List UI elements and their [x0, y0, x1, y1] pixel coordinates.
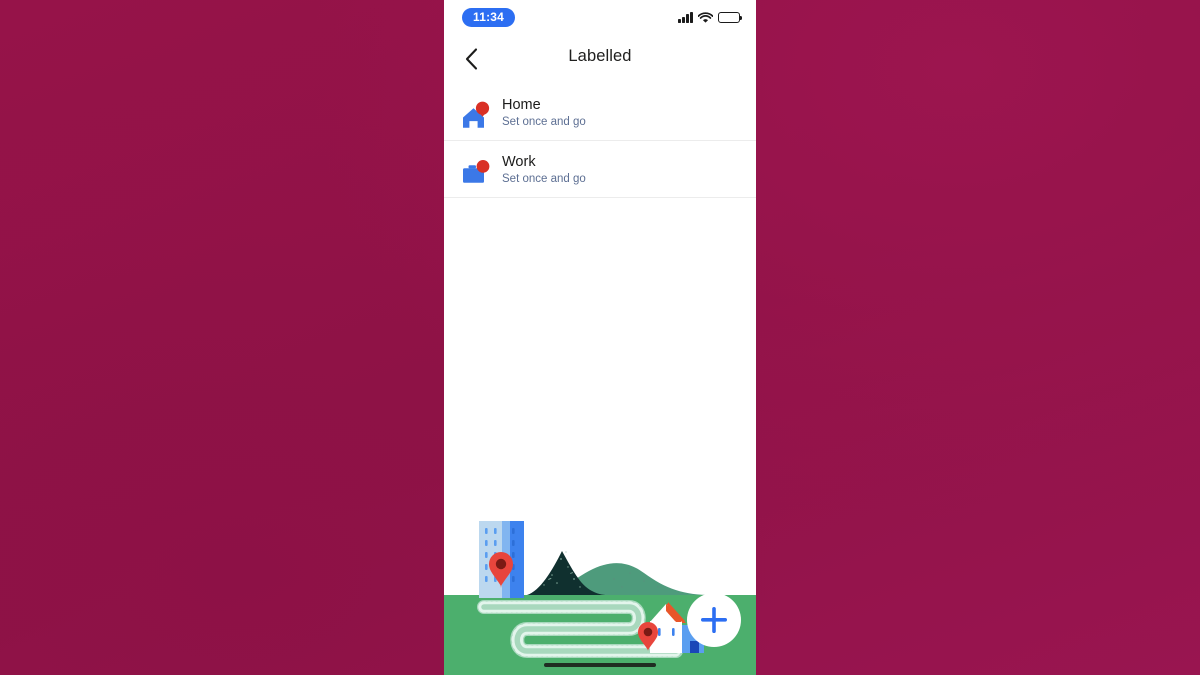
list-item-home[interactable]: Home Set once and go	[444, 84, 756, 141]
list-item-title: Home	[502, 96, 541, 113]
wifi-icon	[698, 11, 713, 23]
list-item-subtitle: Set once and go	[502, 172, 586, 185]
add-place-fab	[687, 593, 741, 647]
work-pin-icon	[458, 153, 498, 187]
list-item-text: Home Set once and go	[498, 96, 586, 130]
page-title: Labelled	[568, 47, 632, 65]
status-icons	[678, 11, 743, 23]
status-bar: 11:34	[444, 0, 756, 34]
navigation-bar: Labelled	[444, 34, 756, 84]
phone-screen: 11:34 Labelled Home Set once and go Work…	[444, 0, 756, 675]
home-pin-icon	[458, 96, 498, 130]
list-item-text: Work Set once and go	[498, 153, 586, 187]
location-time-pill: 11:34	[462, 7, 516, 27]
map-places-illustration	[444, 495, 756, 675]
signal-icon	[678, 11, 693, 23]
list-item-subtitle: Set once and go	[502, 115, 586, 128]
list-item-work[interactable]: Work Set once and go	[444, 141, 756, 198]
labelled-places-list: Home Set once and go Work Set once and g…	[444, 84, 756, 198]
list-item-title: Work	[502, 153, 536, 170]
home-indicator	[544, 662, 656, 667]
battery-icon	[718, 11, 743, 23]
